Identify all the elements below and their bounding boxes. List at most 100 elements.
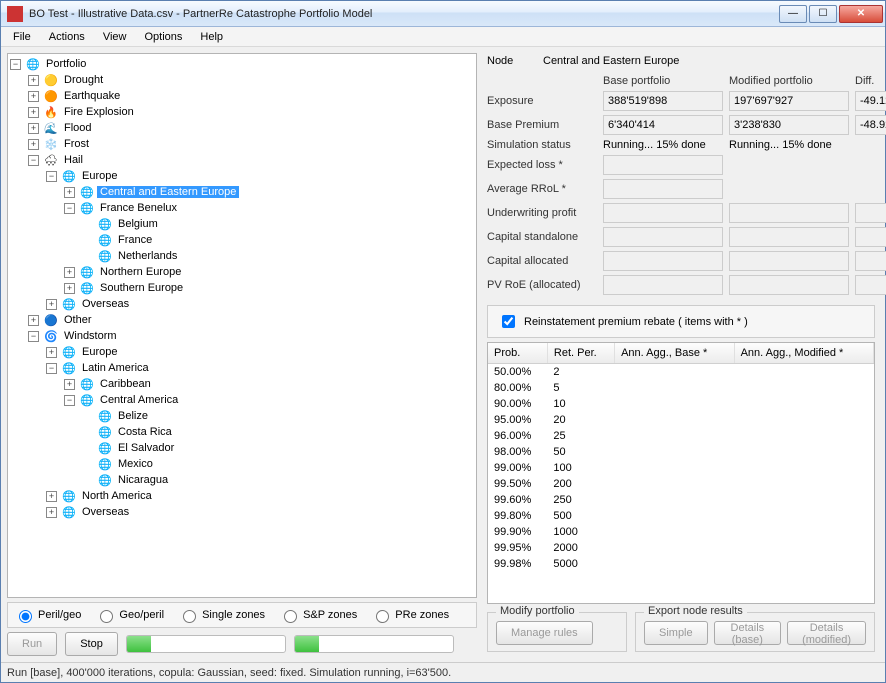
- col-aggmod[interactable]: Ann. Agg., Modified *: [734, 343, 873, 363]
- col-diff: Diff.: [855, 75, 886, 87]
- tree-elsalvador[interactable]: El Salvador: [115, 442, 177, 454]
- tree-central-america[interactable]: Central America: [97, 394, 181, 406]
- menubar: File Actions View Options Help: [1, 27, 885, 47]
- reinstatement-checkbox[interactable]: [502, 315, 515, 328]
- tree-hail-europe[interactable]: Europe: [79, 170, 120, 182]
- export-details-mod-button[interactable]: Details (modified): [787, 621, 866, 645]
- radio-perilgeo[interactable]: Peril/geo: [10, 607, 85, 623]
- capsa-mod: [729, 227, 849, 247]
- globe-icon: 🌐: [97, 441, 113, 455]
- tree-nicaragua[interactable]: Nicaragua: [115, 474, 171, 486]
- exposure-mod: [729, 91, 849, 111]
- tree-hail-francebenelux[interactable]: France Benelux: [97, 202, 180, 214]
- globe-icon: 🌐: [97, 233, 113, 247]
- table-row[interactable]: 50.00%2: [488, 363, 874, 380]
- globe-icon: 🌐: [97, 409, 113, 423]
- globe-icon: 🌐: [79, 265, 95, 279]
- basepremium-mod: [729, 115, 849, 135]
- row-capsa-label: Capital standalone: [487, 231, 597, 243]
- uwp-mod: [729, 203, 849, 223]
- export-details-base-button[interactable]: Details (base): [714, 621, 781, 645]
- tree-hail-se[interactable]: Southern Europe: [97, 282, 186, 294]
- status-text: Run [base], 400'000 iterations, copula: …: [7, 667, 451, 679]
- status-bar: Run [base], 400'000 iterations, copula: …: [1, 662, 885, 682]
- tree-hail-cee[interactable]: Central and Eastern Europe: [97, 186, 239, 198]
- menu-file[interactable]: File: [5, 29, 39, 45]
- globe-icon: 🌐: [61, 297, 77, 311]
- probability-table[interactable]: Prob. Ret. Per. Ann. Agg., Base * Ann. A…: [487, 342, 875, 604]
- export-simple-button[interactable]: Simple: [644, 621, 708, 645]
- radio-singlezones[interactable]: Single zones: [174, 607, 269, 623]
- globe-icon: 🌐: [97, 457, 113, 471]
- minimize-button[interactable]: [779, 5, 807, 23]
- tree-other[interactable]: Other: [61, 314, 95, 326]
- radio-geoperil[interactable]: Geo/peril: [91, 607, 168, 623]
- table-row[interactable]: 95.00%20: [488, 412, 874, 428]
- table-row[interactable]: 99.80%500: [488, 508, 874, 524]
- tree-wind-la[interactable]: Latin America: [79, 362, 152, 374]
- menu-options[interactable]: Options: [136, 29, 190, 45]
- tree-hail-ne[interactable]: Northern Europe: [97, 266, 184, 278]
- table-row[interactable]: 99.60%250: [488, 492, 874, 508]
- menu-view[interactable]: View: [95, 29, 135, 45]
- tree-wind-na[interactable]: North America: [79, 490, 155, 502]
- tree-wind-ov[interactable]: Overseas: [79, 506, 132, 518]
- tree-caribbean[interactable]: Caribbean: [97, 378, 154, 390]
- row-basepremium-label: Base Premium: [487, 119, 597, 131]
- pvroe-diff: [855, 275, 886, 295]
- close-button[interactable]: [839, 5, 883, 23]
- tree-windstorm[interactable]: Windstorm: [61, 330, 120, 342]
- peril-icon: 🟠: [43, 89, 59, 103]
- node-label: Node: [487, 55, 537, 67]
- radio-spzones[interactable]: S&P zones: [275, 607, 361, 623]
- globe-icon: 🌐: [97, 425, 113, 439]
- menu-actions[interactable]: Actions: [41, 29, 93, 45]
- manage-rules-button[interactable]: Manage rules: [496, 621, 593, 645]
- col-mod: Modified portfolio: [729, 75, 849, 87]
- tree-france[interactable]: France: [115, 234, 155, 246]
- tree-mexico[interactable]: Mexico: [115, 458, 156, 470]
- maximize-button[interactable]: [809, 5, 837, 23]
- tree-drought[interactable]: Drought: [61, 74, 106, 86]
- tree-costarica[interactable]: Costa Rica: [115, 426, 175, 438]
- tree-fireexplosion[interactable]: Fire Explosion: [61, 106, 137, 118]
- globe-icon: 🌐: [97, 249, 113, 263]
- node-value: Central and Eastern Europe: [543, 55, 679, 67]
- tree-belize[interactable]: Belize: [115, 410, 151, 422]
- peril-icon: 🌀: [43, 329, 59, 343]
- table-row[interactable]: 99.95%2000: [488, 540, 874, 556]
- table-row[interactable]: 99.50%200: [488, 476, 874, 492]
- tree-flood[interactable]: Flood: [61, 122, 95, 134]
- run-button[interactable]: Run: [7, 632, 57, 656]
- col-aggbase[interactable]: Ann. Agg., Base *: [615, 343, 735, 363]
- tree-frost[interactable]: Frost: [61, 138, 92, 150]
- table-row[interactable]: 99.98%5000: [488, 556, 874, 572]
- basepremium-diff: [855, 115, 886, 135]
- radio-prezones[interactable]: PRe zones: [367, 607, 453, 623]
- progress-modified: [294, 635, 454, 653]
- col-retper[interactable]: Ret. Per.: [547, 343, 614, 363]
- col-prob[interactable]: Prob.: [488, 343, 547, 363]
- tree-hail-overseas[interactable]: Overseas: [79, 298, 132, 310]
- table-row[interactable]: 96.00%25: [488, 428, 874, 444]
- tree-wind-europe[interactable]: Europe: [79, 346, 120, 358]
- menu-help[interactable]: Help: [192, 29, 231, 45]
- stop-button[interactable]: Stop: [65, 632, 118, 656]
- sim-mod: Running... 15% done: [729, 139, 849, 151]
- progress-base: [126, 635, 286, 653]
- peril-icon: 🌨: [43, 153, 59, 167]
- tree-hail[interactable]: Hail: [61, 154, 86, 166]
- tree-earthquake[interactable]: Earthquake: [61, 90, 123, 102]
- tree-portfolio[interactable]: Portfolio: [43, 58, 89, 70]
- globe-icon: 🌐: [79, 377, 95, 391]
- table-row[interactable]: 90.00%10: [488, 396, 874, 412]
- table-row[interactable]: 80.00%5: [488, 380, 874, 396]
- exposure-diff: [855, 91, 886, 111]
- table-row[interactable]: 99.90%1000: [488, 524, 874, 540]
- table-row[interactable]: 99.00%100: [488, 460, 874, 476]
- tree-netherlands[interactable]: Netherlands: [115, 250, 180, 262]
- portfolio-tree[interactable]: −🌐Portfolio +🟡Drought +🟠Earthquake +🔥Fir…: [7, 53, 477, 598]
- capal-diff: [855, 251, 886, 271]
- table-row[interactable]: 98.00%50: [488, 444, 874, 460]
- tree-belgium[interactable]: Belgium: [115, 218, 161, 230]
